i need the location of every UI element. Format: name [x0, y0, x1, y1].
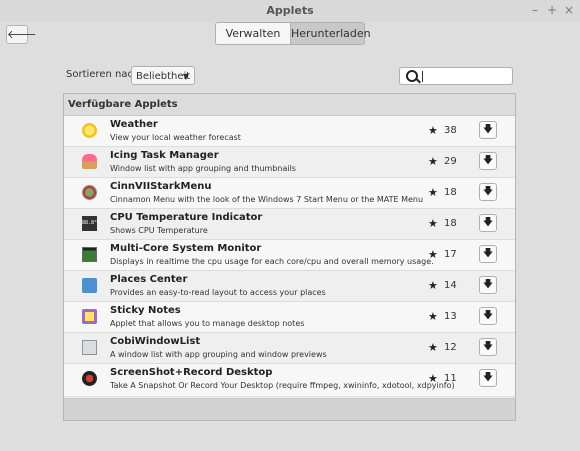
- weather-icon: [82, 123, 97, 138]
- applet-score: 13: [444, 311, 457, 322]
- applet-score: 12: [444, 342, 457, 353]
- applet-name: ScreenShot+Record Desktop: [110, 367, 273, 378]
- applet-score: 38: [444, 125, 457, 136]
- list-header: Verfügbare Applets: [64, 94, 515, 116]
- applet-score: 14: [444, 280, 457, 291]
- applet-score: 18: [444, 187, 457, 198]
- download-icon: 🡇: [482, 310, 494, 321]
- list-item[interactable]: Multi-Core System Monitor Displays in re…: [64, 240, 515, 271]
- list-item[interactable]: CinnVIIStarkMenu Cinnamon Menu with the …: [64, 178, 515, 209]
- applet-name: Icing Task Manager: [110, 150, 219, 161]
- applet-description: Take A Snapshot Or Record Your Desktop (…: [110, 381, 455, 390]
- list-item[interactable]: CobiWindowList A window list with app gr…: [64, 333, 515, 364]
- list-item[interactable]: Weather View your local weather forecast…: [64, 116, 515, 147]
- cupcake-icon: [82, 154, 97, 169]
- star-icon: ★: [428, 372, 438, 385]
- arrow-left-icon: 🡐: [7, 28, 37, 41]
- download-icon: 🡇: [482, 341, 494, 352]
- places-icon: [82, 278, 97, 293]
- tab-herunterladen[interactable]: Herunterladen: [290, 22, 371, 45]
- download-icon: 🡇: [482, 186, 494, 197]
- sort-dropdown[interactable]: Beliebtheit ▼: [131, 66, 195, 85]
- download-button[interactable]: 🡇: [479, 214, 497, 232]
- list-item[interactable]: Icing Task Manager Window list with app …: [64, 147, 515, 178]
- tab-verwalten[interactable]: Verwalten: [215, 22, 291, 45]
- list-item[interactable]: ScreenShot+Record Desktop Take A Snapsho…: [64, 364, 515, 397]
- maximize-button[interactable]: +: [545, 3, 559, 17]
- download-icon: 🡇: [482, 124, 494, 135]
- applet-score: 29: [444, 156, 457, 167]
- list-item[interactable]: Places Center Provides an easy-to-read l…: [64, 271, 515, 302]
- download-button[interactable]: 🡇: [479, 369, 497, 387]
- applet-description: Applet that allows you to manage desktop…: [110, 319, 305, 328]
- star-icon: ★: [428, 279, 438, 292]
- star-icon: ★: [428, 341, 438, 354]
- list-item[interactable]: 88.8°C CPU Temperature Indicator Shows C…: [64, 209, 515, 240]
- applet-description: Window list with app grouping and thumbn…: [110, 164, 296, 173]
- list-item[interactable]: Sticky Notes Applet that allows you to m…: [64, 302, 515, 333]
- star-icon: ★: [428, 155, 438, 168]
- download-button[interactable]: 🡇: [479, 338, 497, 356]
- search-icon: [406, 70, 418, 82]
- star-icon: ★: [428, 217, 438, 230]
- applet-name: Places Center: [110, 274, 188, 285]
- star-icon: ★: [428, 310, 438, 323]
- download-button[interactable]: 🡇: [479, 152, 497, 170]
- chevron-down-icon: ▼: [182, 72, 189, 81]
- download-icon: 🡇: [482, 248, 494, 259]
- minimize-button[interactable]: –: [528, 3, 542, 17]
- download-icon: 🡇: [482, 372, 494, 383]
- back-button[interactable]: 🡐: [6, 25, 37, 44]
- applet-score: 17: [444, 249, 457, 260]
- applet-description: A window list with app grouping and wind…: [110, 350, 327, 359]
- download-button[interactable]: 🡇: [479, 245, 497, 263]
- menu-icon: [82, 185, 97, 200]
- applet-description: Shows CPU Temperature: [110, 226, 208, 235]
- cpu-temperature-icon: 88.8°C: [82, 216, 100, 231]
- system-monitor-icon: [82, 247, 97, 262]
- applet-score: 18: [444, 218, 457, 229]
- applet-score: 11: [444, 373, 457, 384]
- window-title: Applets: [266, 4, 314, 17]
- applet-list-panel: Verfügbare Applets Weather View your loc…: [63, 93, 516, 421]
- screenshot-icon: [82, 371, 97, 386]
- applet-name: Sticky Notes: [110, 305, 181, 316]
- list-footer: [64, 398, 515, 420]
- window-list-icon: [82, 340, 97, 355]
- star-icon: ★: [428, 248, 438, 261]
- download-button[interactable]: 🡇: [479, 276, 497, 294]
- download-button[interactable]: 🡇: [479, 121, 497, 139]
- search-input[interactable]: [399, 67, 513, 85]
- download-icon: 🡇: [482, 155, 494, 166]
- applet-name: Multi-Core System Monitor: [110, 243, 262, 254]
- applet-description: Provides an easy-to-read layout to acces…: [110, 288, 326, 297]
- applet-name: CobiWindowList: [110, 336, 201, 347]
- title-bar: Applets – + ×: [0, 0, 580, 23]
- download-button[interactable]: 🡇: [479, 183, 497, 201]
- download-icon: 🡇: [482, 279, 494, 290]
- applet-name: CPU Temperature Indicator: [110, 212, 263, 223]
- star-icon: ★: [428, 186, 438, 199]
- applet-name: Weather: [110, 119, 158, 130]
- applet-description: View your local weather forecast: [110, 133, 241, 142]
- applet-description: Cinnamon Menu with the look of the Windo…: [110, 195, 424, 204]
- download-icon: 🡇: [482, 217, 494, 228]
- applet-name: CinnVIIStarkMenu: [110, 181, 212, 192]
- text-cursor: [422, 71, 423, 82]
- download-button[interactable]: 🡇: [479, 307, 497, 325]
- close-button[interactable]: ×: [562, 3, 576, 17]
- applets-window: Applets – + × 🡐 Verwalten Herunterladen …: [0, 0, 580, 451]
- star-icon: ★: [428, 124, 438, 137]
- sticky-notes-icon: [82, 309, 97, 324]
- applet-description: Displays in realtime the cpu usage for e…: [110, 257, 434, 266]
- sort-label: Sortieren nach: [66, 69, 140, 80]
